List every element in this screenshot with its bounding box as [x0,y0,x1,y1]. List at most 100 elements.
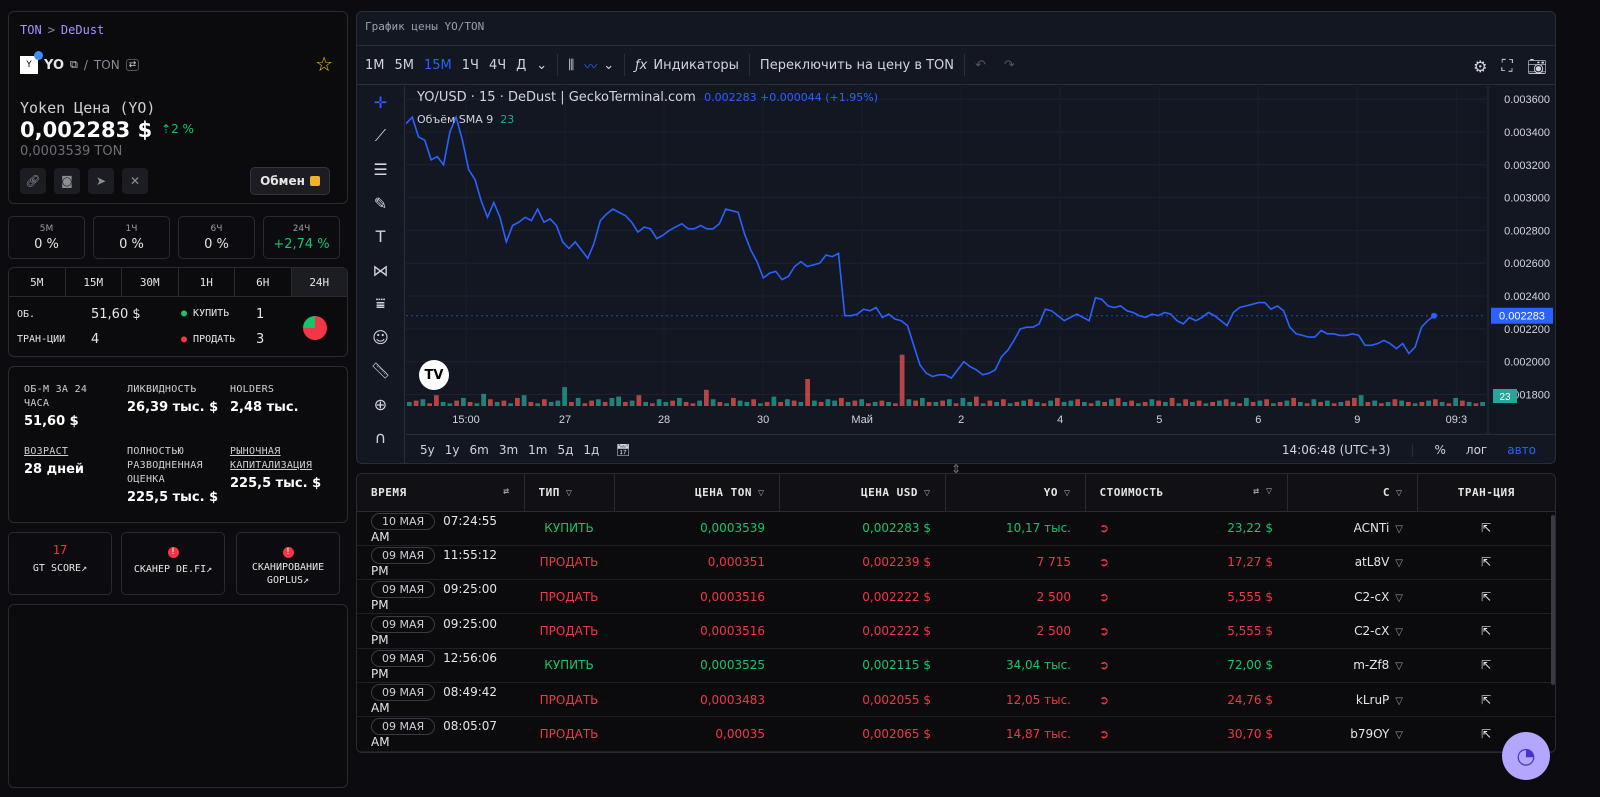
tab-5m[interactable]: 5M [9,268,66,296]
filter-icon[interactable]: ▽ [758,488,765,499]
defi-scanner-card[interactable]: ! СКАНЕР DE.FI↗ [121,532,225,595]
range-5d[interactable]: 5д [557,443,573,457]
swap-icon[interactable]: ⇄ [503,486,510,497]
filter-icon[interactable]: ▽ [1396,488,1403,499]
col-type[interactable]: ТИП ▽ [524,474,615,512]
candles-icon[interactable]: ⫼ [568,58,574,73]
breadcrumb-dex[interactable]: DeDust [61,23,104,37]
interval-1h[interactable]: 1Ч [462,58,479,73]
tab-30m[interactable]: 30M [122,268,179,296]
tradingview-logo[interactable]: TV [419,360,449,390]
zoom-in-icon[interactable]: ⊕ [357,388,404,422]
redo-icon[interactable]: ↷ [1004,58,1015,73]
col-time[interactable]: ВРЕМЯ ⇄ [357,474,525,512]
chevron-down-icon[interactable]: ⌄ [536,58,547,73]
col-value[interactable]: СТОИМОСТЬ ⇄ ▽ [1085,474,1288,512]
camera-icon[interactable]: 📷︎ [1527,57,1547,76]
tab-24h[interactable]: 24H [291,268,347,296]
external-link-icon[interactable]: ⇱ [1481,624,1491,638]
range-6m[interactable]: 6m [470,443,489,457]
x-twitter-icon[interactable]: ✕ [122,168,148,194]
swap-pair-icon[interactable]: ⇄ [125,59,140,71]
settings-gear-icon[interactable]: ⚙ [1473,57,1487,76]
filter-icon[interactable]: ▽ [1395,558,1403,569]
col-from[interactable]: С ▽ [1287,474,1418,512]
maker-address[interactable]: C2-cX [1354,590,1389,604]
telegram-icon[interactable]: ➤ [88,168,114,194]
interval-5m[interactable]: 5M [395,58,415,73]
table-row[interactable]: 09 МАЯ 12:56:06 PM КУПИТЬ 0,0003525 0,002115… [357,648,1555,683]
maker-address[interactable]: atL8V [1355,555,1390,569]
chevron-down-icon[interactable]: ⌄ [603,58,614,73]
maker-address[interactable]: b79OY [1350,727,1389,741]
filter-icon[interactable]: ▽ [1064,488,1071,499]
filter-icon[interactable]: ▽ [566,488,573,499]
range-5y[interactable]: 5y [420,443,435,457]
maker-address[interactable]: kLruP [1356,693,1389,707]
col-amount[interactable]: YO ▽ [945,474,1086,512]
filter-icon[interactable]: ▽ [924,488,931,499]
gt-score-card[interactable]: 17 GT SCORE↗ [8,532,112,595]
external-link-icon[interactable]: ⇱ [1481,693,1491,707]
table-row[interactable]: 09 МАЯ 11:55:12 PM ПРОДАТЬ 0,000351 0,002239… [357,545,1555,581]
clock[interactable]: 14:06:48 (UTC+3) [1282,443,1391,457]
favorite-star-icon[interactable]: ☆ [315,52,333,76]
table-row[interactable]: 10 МАЯ 07:24:55 AM КУПИТЬ 0,0003539 0,002283… [357,511,1555,546]
date-range-icon[interactable]: 📅︎ [615,443,630,457]
maker-address[interactable]: ACNTi [1354,521,1390,535]
measure-icon[interactable]: ⩸ [357,287,404,321]
text-tool-icon[interactable]: T [357,220,404,254]
filter-icon[interactable]: ▽ [1395,661,1403,672]
external-link-icon[interactable]: ⇱ [1481,590,1491,604]
table-row[interactable]: 09 МАЯ 09:25:00 PM ПРОДАТЬ 0,0003516 0,00222… [357,579,1555,615]
line-chart-icon[interactable]: 〰 [584,56,597,75]
range-3m[interactable]: 3m [499,443,518,457]
maker-address[interactable]: m-Zf8 [1353,658,1389,672]
tab-1h[interactable]: 1H [179,268,235,296]
col-price-usd[interactable]: ЦЕНА USD ▽ [779,474,946,512]
table-scrollbar[interactable] [1551,515,1555,685]
pattern-icon[interactable]: ⋈ [357,254,404,288]
external-link-icon[interactable]: ⇱ [1481,521,1491,535]
price-chart[interactable]: 15:00 27 28 30 Май 2 4 5 6 9 09:3 0.003600 0.003400 0… [406,86,1556,434]
link-icon[interactable]: 🔗︎ [20,168,46,194]
breadcrumb-network[interactable]: TON [20,23,42,37]
external-link-icon[interactable]: ⇱ [1481,555,1491,569]
emoji-icon[interactable]: ☺ [357,321,404,355]
info-label[interactable]: ВОЗРАСТ [24,445,114,459]
percent-toggle[interactable]: % [1435,443,1446,457]
assistant-chat-button[interactable]: ◔ [1502,732,1550,780]
range-1y[interactable]: 1y [445,443,460,457]
auto-toggle[interactable]: авто [1507,443,1536,457]
info-label[interactable]: РЫНОЧНАЯ КАПИТАЛИЗАЦИЯ [230,445,330,473]
range-1d[interactable]: 1д [583,443,599,457]
external-link-icon[interactable]: ⇱ [1481,727,1491,741]
table-row[interactable]: 09 МАЯ 08:05:07 AM ПРОДАТЬ 0,00035 0,002065 … [357,716,1555,752]
switch-ton-price-button[interactable]: Переключить на цену в TON [760,58,954,73]
fullscreen-icon[interactable]: ⛶ [1501,56,1512,76]
brush-icon[interactable]: ✎ [357,187,404,221]
table-row[interactable]: 09 МАЯ 09:25:00 PM ПРОДАТЬ 0,0003516 0,00222… [357,613,1555,649]
magnet-icon[interactable]: ∩ [357,421,404,455]
horizontal-lines-icon[interactable]: ☰ [357,153,404,187]
function-icon[interactable]: ƒx [635,58,647,73]
filter-icon[interactable]: ▽ [1395,627,1403,638]
interval-1d[interactable]: Д [516,58,526,73]
interval-4h[interactable]: 4Ч [489,58,506,73]
interval-15m[interactable]: 15M [424,58,452,73]
filter-icon[interactable]: ▽ [1395,593,1403,604]
indicators-button[interactable]: Индикаторы [653,58,739,73]
interval-1m[interactable]: 1M [365,58,385,73]
tab-6h[interactable]: 6H [235,268,292,296]
discord-icon[interactable]: ◙ [54,168,80,194]
goplus-scanner-card[interactable]: ! СКАНИРОВАНИЕ GOPLUS↗ [236,532,340,595]
filter-icon[interactable]: ⇄ ▽ [1253,486,1273,497]
tab-15m[interactable]: 15M [66,268,122,296]
range-1m[interactable]: 1m [528,443,547,457]
filter-icon[interactable]: ▽ [1395,730,1403,741]
maker-address[interactable]: C2-cX [1354,624,1389,638]
trend-line-icon[interactable]: ⟋ [357,120,404,154]
crosshair-icon[interactable]: ✛ [357,86,404,120]
col-price-ton[interactable]: ЦЕНА TON ▽ [614,474,780,512]
log-toggle[interactable]: лог [1466,443,1487,457]
